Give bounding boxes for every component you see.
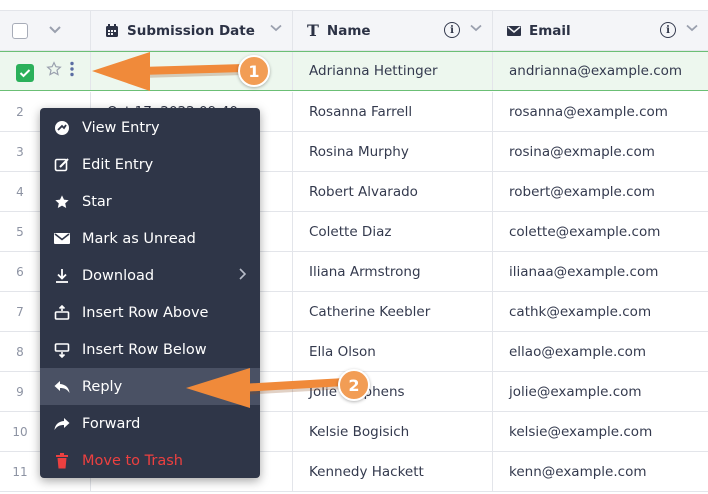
cell-email: ellao@example.com xyxy=(492,332,708,371)
select-all-checkbox[interactable] xyxy=(12,22,28,39)
menu-item-label: Forward xyxy=(82,415,141,432)
cell-email: jolie@example.com xyxy=(492,372,708,411)
row-context-menu: View Entry Edit Entry Star Mark as Unrea… xyxy=(40,108,260,478)
star-outline-icon[interactable] xyxy=(46,61,62,81)
reply-icon xyxy=(54,379,70,395)
cell-name: Kelsie Bogisich xyxy=(292,412,492,451)
menu-item-insert-row-below[interactable]: Insert Row Below xyxy=(40,331,260,368)
row-number: 5 xyxy=(16,224,24,239)
calendar-icon xyxy=(105,23,119,38)
row-number: 11 xyxy=(12,464,28,479)
callout-badge-1: 1 xyxy=(238,55,270,87)
chevron-right-icon xyxy=(238,267,247,284)
cell-name: Robert Alvarado xyxy=(292,172,492,211)
menu-item-download[interactable]: Download xyxy=(40,257,260,294)
chevron-down-icon[interactable] xyxy=(48,23,62,39)
row-number: 4 xyxy=(16,184,24,199)
info-icon[interactable]: i xyxy=(444,22,460,38)
table-row[interactable]: Adrianna Hettinger andrianna@example.com xyxy=(0,51,708,91)
chevron-down-icon[interactable] xyxy=(470,22,482,35)
insert-row-below-icon xyxy=(54,342,70,358)
cell-email: ilianaa@example.com xyxy=(492,252,708,291)
cell-name: Adrianna Hettinger xyxy=(292,52,492,90)
row-actions-cell xyxy=(40,52,90,90)
row-select-cell xyxy=(0,52,40,90)
trash-icon xyxy=(54,452,70,469)
cell-name: Kennedy Hackett xyxy=(292,452,492,491)
menu-item-view-entry[interactable]: View Entry xyxy=(40,109,260,146)
more-vertical-icon[interactable] xyxy=(70,61,74,81)
forward-icon xyxy=(54,416,70,432)
menu-item-label: View Entry xyxy=(82,119,160,136)
row-number: 9 xyxy=(16,384,24,399)
cell-email: andrianna@example.com xyxy=(492,52,708,90)
menu-item-move-to-trash[interactable]: Move to Trash xyxy=(40,442,260,479)
envelope-icon xyxy=(507,25,521,37)
info-icon[interactable]: i xyxy=(660,22,676,38)
cell-name: Rosanna Farrell xyxy=(292,92,492,131)
menu-item-label: Mark as Unread xyxy=(82,230,196,247)
column-header-name[interactable]: T Name i xyxy=(292,11,492,50)
menu-item-insert-row-above[interactable]: Insert Row Above xyxy=(40,294,260,331)
cell-name: Colette Diaz xyxy=(292,212,492,251)
cell-name: Jolie Stephens xyxy=(292,372,492,411)
menu-item-forward[interactable]: Forward xyxy=(40,405,260,442)
insert-row-above-icon xyxy=(54,304,70,321)
cell-name: Rosina Murphy xyxy=(292,132,492,171)
row-number: 10 xyxy=(12,424,28,439)
edit-icon xyxy=(54,157,70,173)
cell-name: Iliana Armstrong xyxy=(292,252,492,291)
row-number: 8 xyxy=(16,344,24,359)
menu-item-label: Move to Trash xyxy=(82,452,183,469)
download-icon xyxy=(54,268,70,284)
column-label-name: Name xyxy=(326,22,371,39)
callout-badge-2: 2 xyxy=(338,369,370,401)
column-header-email[interactable]: Email i xyxy=(492,11,708,50)
row-checkbox-checked[interactable] xyxy=(16,64,34,82)
select-all-cell xyxy=(0,11,40,50)
menu-item-label: Insert Row Below xyxy=(82,341,207,358)
eye-icon xyxy=(54,120,70,136)
cell-email: rosanna@example.com xyxy=(492,92,708,131)
menu-item-label: Insert Row Above xyxy=(82,304,209,321)
cell-email: kenn@example.com xyxy=(492,452,708,491)
menu-item-reply[interactable]: Reply xyxy=(40,368,260,405)
column-label-submission-date: Submission Date xyxy=(127,22,255,39)
row-number: 6 xyxy=(16,264,24,279)
row-number: 7 xyxy=(16,304,24,319)
row-number: 2 xyxy=(16,104,24,119)
table-header: Submission Date T Name i Email i xyxy=(0,10,708,51)
cell-name: Ella Olson xyxy=(292,332,492,371)
menu-item-star[interactable]: Star xyxy=(40,183,260,220)
cell-email: rosina@exmaple.com xyxy=(492,132,708,171)
envelope-icon xyxy=(54,231,70,247)
star-icon xyxy=(54,194,70,210)
menu-item-mark-as-unread[interactable]: Mark as Unread xyxy=(40,220,260,257)
cell-email: robert@example.com xyxy=(492,172,708,211)
column-header-submission-date[interactable]: Submission Date xyxy=(90,11,292,50)
header-actions-cell xyxy=(40,11,90,50)
row-number: 3 xyxy=(16,144,24,159)
cell-email: colette@example.com xyxy=(492,212,708,251)
menu-item-edit-entry[interactable]: Edit Entry xyxy=(40,146,260,183)
menu-item-label: Star xyxy=(82,193,112,210)
column-label-email: Email xyxy=(529,22,571,39)
menu-item-label: Edit Entry xyxy=(82,156,154,173)
cell-email: cathk@example.com xyxy=(492,292,708,331)
chevron-down-icon[interactable] xyxy=(270,22,282,35)
chevron-down-icon[interactable] xyxy=(686,22,698,35)
menu-item-label: Download xyxy=(82,267,155,284)
menu-item-label: Reply xyxy=(82,378,123,395)
text-type-icon: T xyxy=(307,21,319,40)
cell-name: Catherine Keebler xyxy=(292,292,492,331)
cell-email: kelsie@example.com xyxy=(492,412,708,451)
